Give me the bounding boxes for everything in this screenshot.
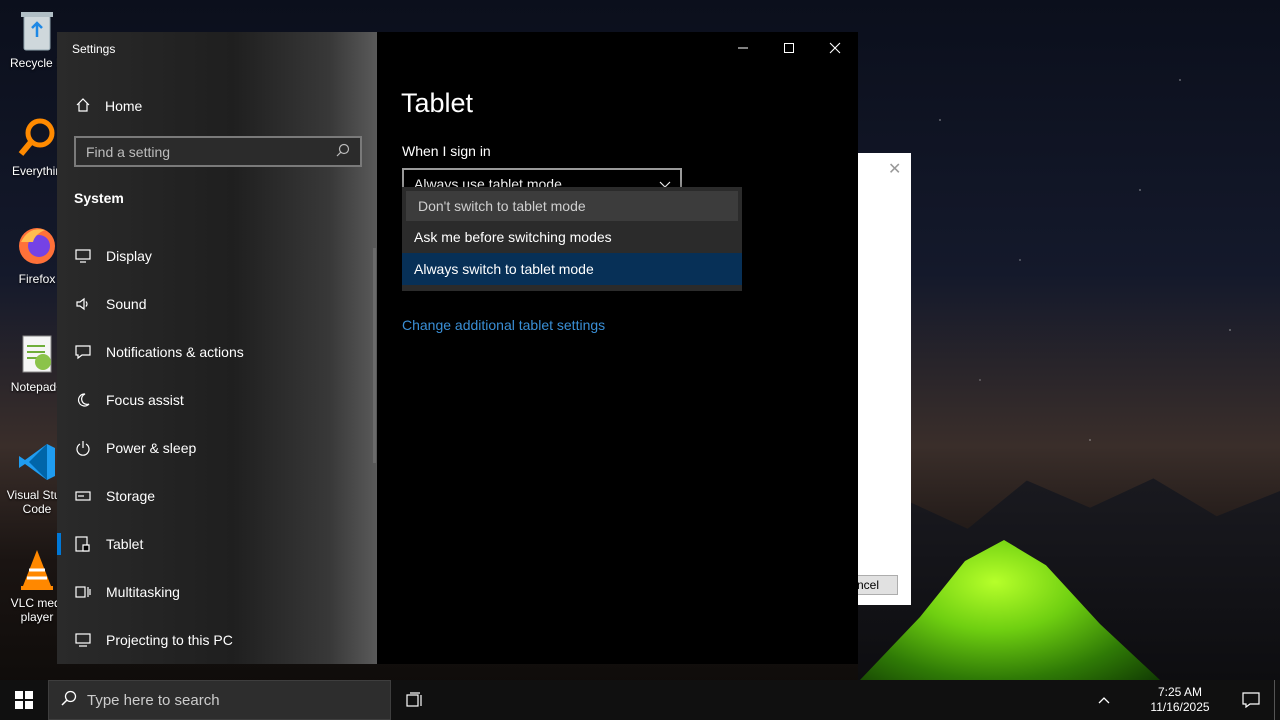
- minimize-icon: [738, 47, 748, 49]
- firefox-icon: [15, 224, 59, 268]
- multitasking-icon: [74, 584, 91, 601]
- close-icon: [829, 42, 841, 54]
- sidebar-item-label: Notifications & actions: [106, 344, 244, 360]
- show-desktop-button[interactable]: [1274, 680, 1280, 720]
- action-center-button[interactable]: [1228, 692, 1274, 708]
- sidebar-scrollbar[interactable]: [373, 248, 376, 463]
- window-title: Settings: [72, 42, 116, 56]
- settings-search-box[interactable]: [74, 136, 362, 167]
- task-view-icon: [406, 692, 422, 707]
- search-input[interactable]: [86, 143, 336, 160]
- vscode-icon: [15, 440, 59, 484]
- sidebar-item-label: Storage: [106, 488, 156, 504]
- dropdown-option-always-switch[interactable]: Always switch to tablet mode: [402, 253, 742, 285]
- sidebar-item-label: Multitasking: [106, 584, 180, 600]
- sidebar-item-notifications[interactable]: Notifications & actions: [57, 328, 377, 376]
- dropdown-option-ask-me[interactable]: Ask me before switching modes: [402, 221, 742, 253]
- sidebar-item-label: Sound: [106, 296, 147, 312]
- action-center-icon: [1242, 692, 1260, 708]
- sidebar-item-projecting[interactable]: Projecting to this PC: [57, 616, 377, 664]
- everything-search-icon: [15, 116, 59, 160]
- speaker-icon: [74, 296, 91, 313]
- sidebar-item-label: Tablet: [106, 536, 144, 552]
- taskbar: Type here to search 7:25 AM 11/16/2025: [0, 680, 1280, 720]
- close-icon[interactable]: ✕: [888, 159, 901, 179]
- vlc-icon: [15, 548, 59, 592]
- additional-tablet-settings-link[interactable]: Change additional tablet settings: [402, 317, 605, 333]
- notification-icon: [74, 344, 91, 361]
- background-dialog: ✕ ncel: [854, 153, 911, 605]
- window-controls: [720, 32, 858, 64]
- projector-icon: [74, 632, 91, 649]
- nav-list: Display Sound Notifications & actions Fo…: [57, 232, 377, 664]
- page-title: Tablet: [401, 88, 474, 118]
- chevron-up-icon: [1098, 697, 1110, 704]
- cancel-button[interactable]: ncel: [854, 575, 898, 595]
- section-title: System: [74, 190, 124, 206]
- settings-content: Tablet When I sign in Always use tablet …: [377, 32, 858, 664]
- start-button[interactable]: [0, 680, 48, 720]
- dropdown-option-dont-switch[interactable]: Don't switch to tablet mode: [406, 191, 738, 221]
- maximize-button[interactable]: [766, 32, 812, 64]
- close-button[interactable]: [812, 32, 858, 64]
- sidebar-item-label: Display: [106, 248, 152, 264]
- taskbar-search-placeholder: Type here to search: [87, 691, 220, 709]
- sidebar-item-label: Focus assist: [106, 392, 184, 408]
- taskbar-search-box[interactable]: Type here to search: [48, 680, 391, 720]
- notepad-plus-plus-icon: [15, 332, 59, 376]
- sidebar-item-label: Projecting to this PC: [106, 632, 233, 648]
- minimize-button[interactable]: [720, 32, 766, 64]
- sidebar-item-display[interactable]: Display: [57, 232, 377, 280]
- search-icon: [336, 143, 350, 160]
- sidebar-item-focus-assist[interactable]: Focus assist: [57, 376, 377, 424]
- settings-sidebar: Settings Home System Display Sound: [57, 32, 377, 664]
- power-icon: [74, 440, 91, 457]
- sidebar-item-sound[interactable]: Sound: [57, 280, 377, 328]
- clock-time: 7:25 AM: [1157, 685, 1203, 699]
- recycle-bin-icon: [15, 8, 59, 52]
- show-hidden-icons-button[interactable]: [1084, 695, 1124, 705]
- storage-icon: [74, 488, 91, 505]
- home-icon: [75, 97, 91, 116]
- tablet-icon: [74, 536, 91, 553]
- settings-window: Settings Home System Display Sound: [57, 32, 858, 664]
- sidebar-item-multitasking[interactable]: Multitasking: [57, 568, 377, 616]
- search-icon: [61, 690, 77, 710]
- sidebar-item-storage[interactable]: Storage: [57, 472, 377, 520]
- sidebar-item-tablet[interactable]: Tablet: [57, 520, 377, 568]
- nav-home[interactable]: Home: [75, 96, 142, 116]
- nav-home-label: Home: [105, 98, 143, 114]
- clock-date: 11/16/2025: [1150, 700, 1210, 714]
- taskbar-clock[interactable]: 7:25 AM 11/16/2025: [1132, 685, 1228, 715]
- system-tray: 7:25 AM 11/16/2025: [1084, 680, 1280, 720]
- sign-in-mode-dropdown: Don't switch to tablet mode Ask me befor…: [402, 187, 742, 291]
- sidebar-item-label: Power & sleep: [106, 440, 197, 456]
- windows-logo-icon: [15, 691, 33, 709]
- monitor-icon: [74, 248, 91, 265]
- moon-icon: [74, 392, 91, 409]
- sign-in-label: When I sign in: [402, 143, 491, 159]
- sidebar-item-power-sleep[interactable]: Power & sleep: [57, 424, 377, 472]
- task-view-button[interactable]: [391, 680, 439, 720]
- maximize-icon: [784, 43, 794, 53]
